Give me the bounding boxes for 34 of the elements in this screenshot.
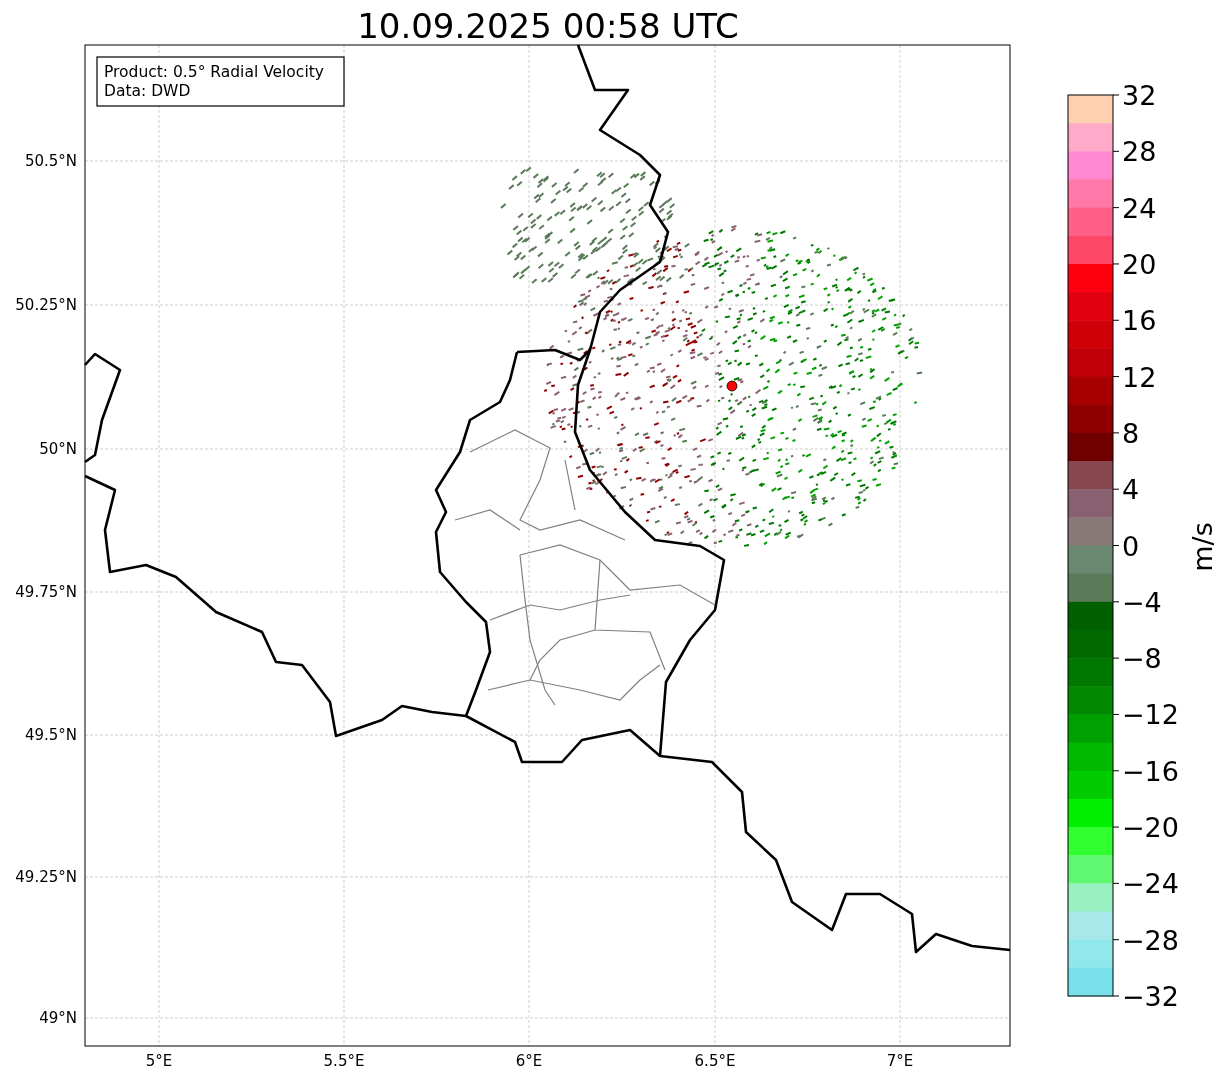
colorbar-tick-label: 8	[1122, 417, 1140, 449]
latitude-tick-label: 49.75°N	[15, 583, 77, 601]
longitude-tick-label: 5.5°E	[323, 1052, 365, 1070]
colorbar-tick-label: −4	[1122, 586, 1162, 618]
colorbar-tick-label: −28	[1122, 924, 1179, 956]
colorbar-tick-label: 4	[1122, 474, 1140, 506]
latitude-tick-label: 50.25°N	[15, 296, 77, 314]
colorbar-tick-label: 24	[1122, 192, 1157, 224]
colorbar-tick-label: 32	[1122, 80, 1157, 111]
colorbar-tick-label: −8	[1122, 643, 1162, 675]
longitude-tick-label: 5°E	[145, 1052, 173, 1070]
longitude-tick-label: 7°E	[886, 1052, 914, 1070]
colorbar-unit-label: m/s	[1187, 522, 1218, 572]
colorbar-tick-label: 0	[1122, 530, 1140, 562]
colorbar-tick-label: −20	[1122, 812, 1179, 844]
colorbar-tick-label: 28	[1122, 136, 1157, 168]
colorbar-tick-label: 12	[1122, 361, 1157, 393]
latitude-tick-label: 49.5°N	[24, 726, 77, 744]
colorbar-tick-label: −24	[1122, 868, 1179, 900]
map-title: 10.09.2025 00:58 UTC	[357, 6, 739, 46]
longitude-tick-label: 6.5°E	[694, 1052, 736, 1070]
latitude-tick-label: 50.5°N	[24, 152, 77, 170]
latitude-tick-label: 50°N	[39, 440, 77, 458]
radar-site-marker	[726, 380, 738, 392]
info-box-text: Product: 0.5° Radial Velocity	[104, 63, 324, 81]
longitude-tick-label: 6°E	[515, 1052, 543, 1070]
colorbar-tick-label: −12	[1122, 699, 1179, 731]
colorbar-tick-label: −32	[1122, 981, 1179, 1012]
latitude-tick-label: 49.25°N	[15, 868, 77, 886]
colorbar-tick-label: 16	[1122, 305, 1157, 337]
colorbar-tick-label: −16	[1122, 755, 1179, 787]
colorbar-tick-label: 20	[1122, 248, 1157, 280]
latitude-tick-label: 49°N	[39, 1009, 77, 1027]
info-box-text: Data: DWD	[104, 82, 191, 100]
